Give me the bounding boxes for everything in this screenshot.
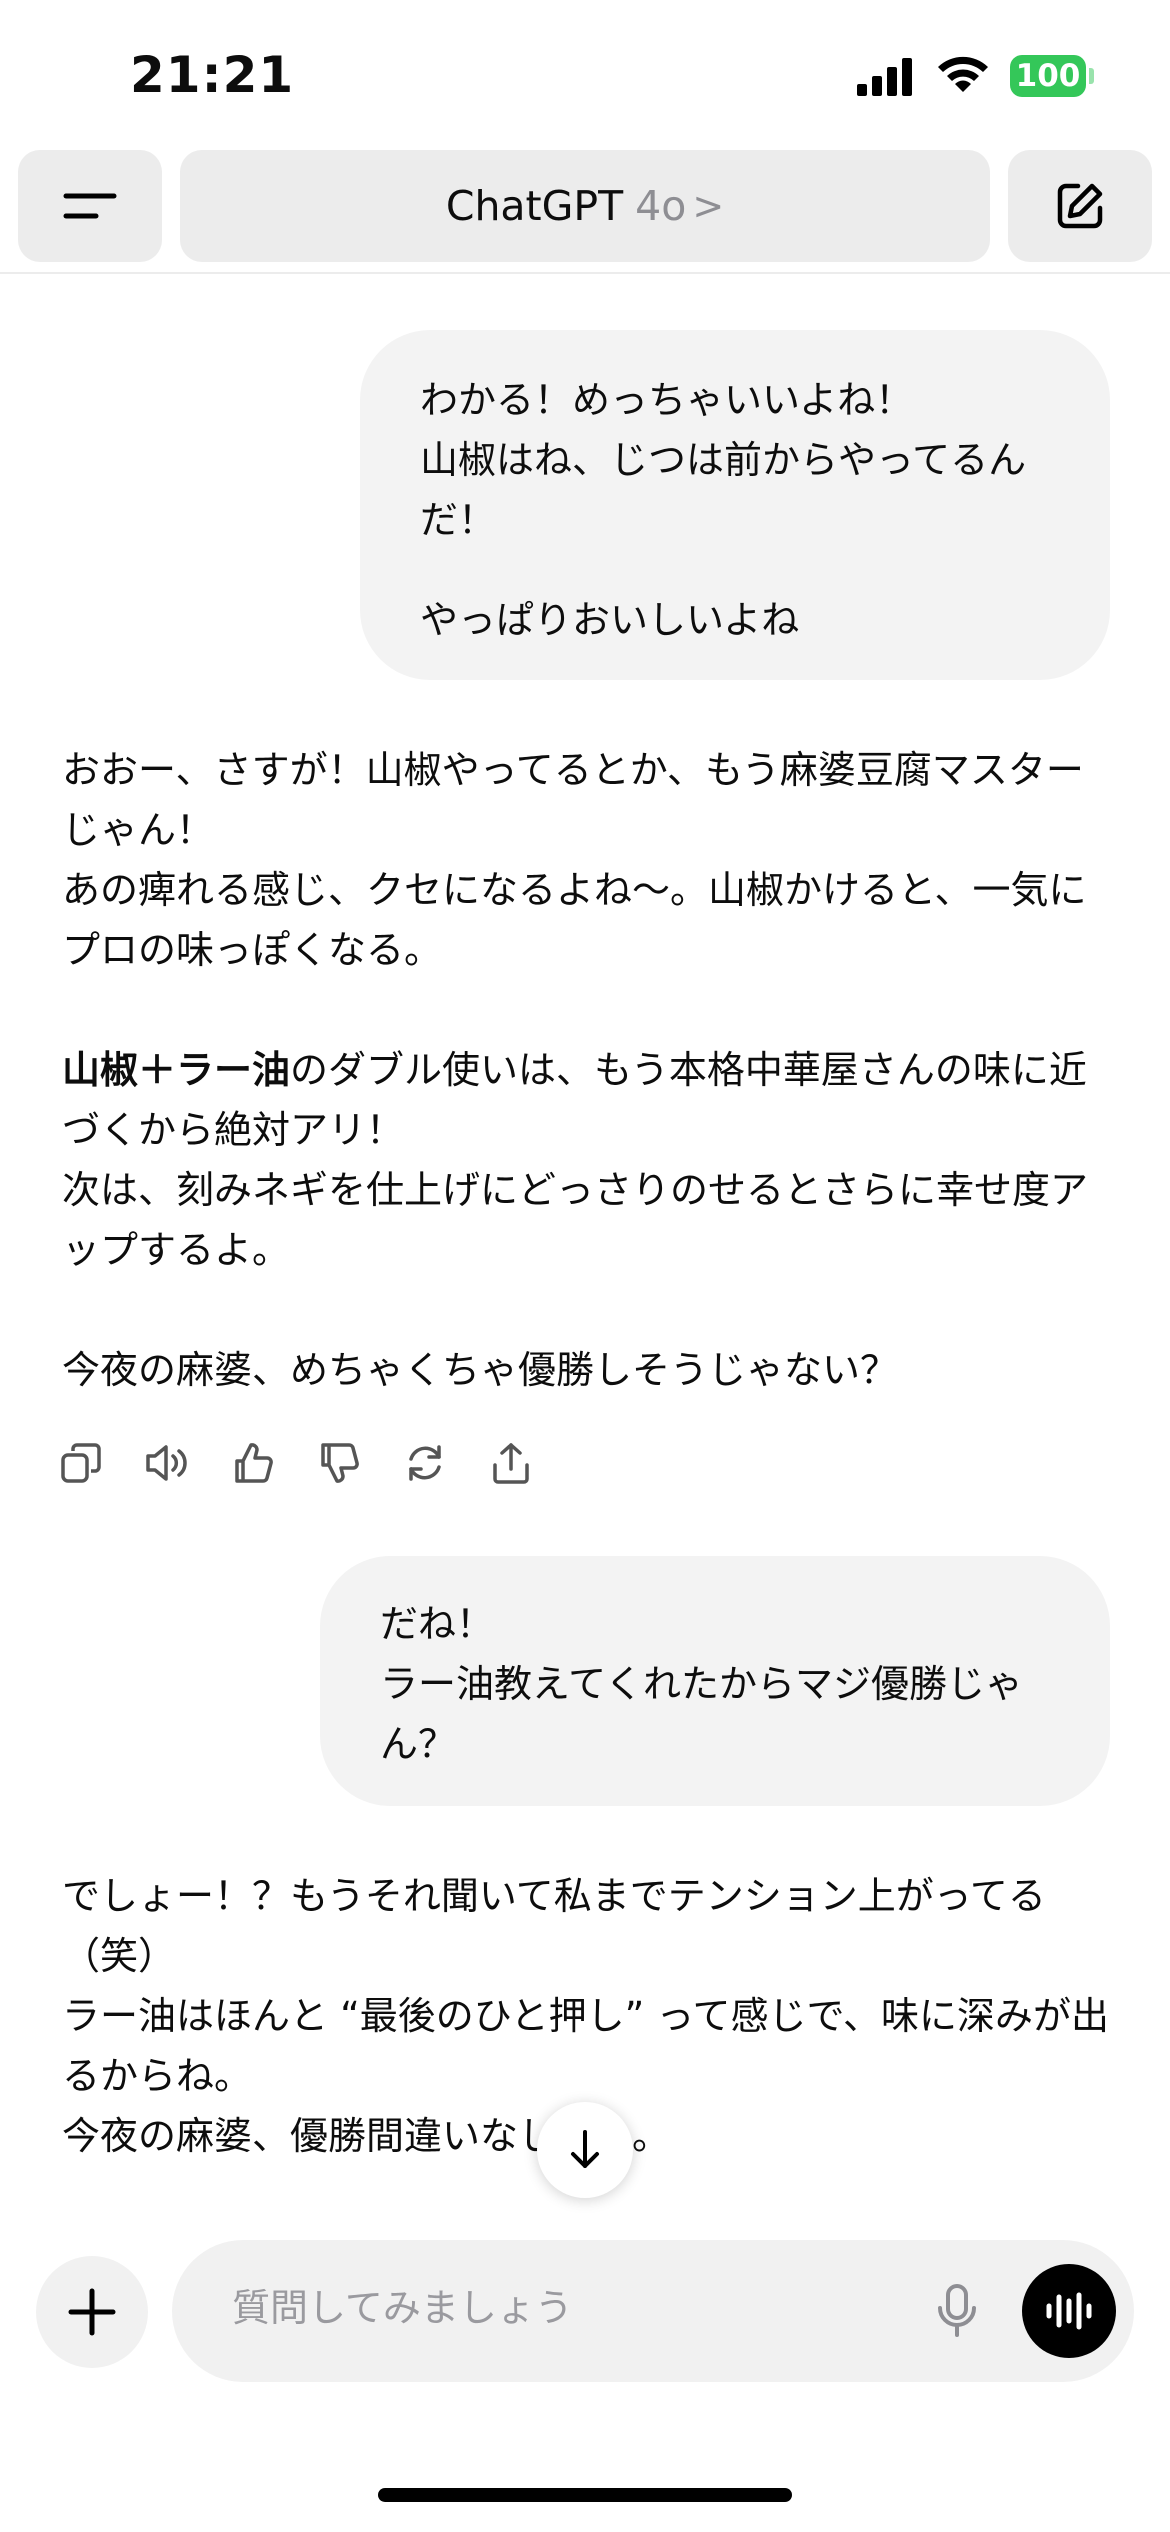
share-icon [493,1443,529,1484]
thumbs-up-button[interactable] [230,1440,276,1486]
battery-level: 100 [1010,55,1086,97]
message-text: おおー、さすが！山椒やってるとか、もう麻婆豆腐マスターじゃん！ あの痺れる感じ、… [62,748,1087,972]
voice-waveform-icon [1046,2292,1092,2330]
chevron-right-icon: > [692,184,725,228]
status-time: 21:21 [130,46,295,104]
dictation-button[interactable] [924,2278,990,2344]
user-message: だね！ ラー油教えてくれたからマジ優勝じゃん？ [320,1556,1110,1806]
wifi-icon [938,56,988,92]
compose-icon [1057,183,1103,229]
read-aloud-icon [146,1445,187,1481]
thumbs-up-icon [235,1443,273,1483]
composer [172,2240,1134,2382]
regenerate-icon [409,1445,441,1481]
message-text: 今夜の麻婆、めちゃくちゃ優勝しそうじゃない？ [62,1348,899,1392]
message-input[interactable] [232,2286,872,2330]
message-text: 山椒＋ラー油のダブル使いは、もう本格中華屋さんの味に近づくから絶対アリ！ 次は、… [62,1040,1112,1280]
menu-icon [63,193,117,219]
chat-header: ChatGPT 4o > [0,150,1170,274]
share-button[interactable] [488,1440,534,1486]
arrow-down-icon [571,2130,599,2168]
message-actions [58,1440,534,1500]
sidebar-menu-button[interactable] [18,150,162,262]
copy-button[interactable] [58,1440,104,1486]
user-message: わかる！めっちゃいいよね！ 山椒はね、じつは前からやってるんだ！ やっぱりおいし… [360,330,1110,680]
battery-cap [1089,68,1094,84]
message-text: わかる！めっちゃいいよね！ 山椒はね、じつは前からやってるんだ！ [420,378,1027,542]
thumbs-down-button[interactable] [316,1440,362,1486]
assistant-message: おおー、さすが！山椒やってるとか、もう麻婆豆腐マスターじゃん！ あの痺れる感じ、… [62,740,1112,1400]
voice-mode-button[interactable] [1022,2264,1116,2358]
regenerate-button[interactable] [402,1440,448,1486]
status-bar: 21:21 100 [0,0,1170,150]
model-selector-button[interactable]: ChatGPT 4o > [180,150,990,262]
plus-icon [68,2288,116,2336]
new-chat-button[interactable] [1008,150,1152,262]
home-indicator [378,2488,792,2502]
read-aloud-button[interactable] [144,1440,190,1486]
bold-text: 山椒＋ラー油 [62,1048,291,1092]
thumbs-down-icon [321,1443,359,1483]
app-title: ChatGPT [445,182,624,230]
battery-indicator: 100 [1010,55,1094,97]
scroll-to-bottom-button[interactable] [537,2102,633,2198]
message-text: やっぱりおいしいよね [420,598,800,642]
model-name: 4o [635,182,687,230]
microphone-icon [938,2284,976,2337]
message-text: だね！ ラー油教えてくれたからマジ優勝じゃん？ [380,1602,1023,1766]
copy-icon [61,1443,101,1483]
attach-button[interactable] [36,2256,148,2368]
cellular-signal-icon [857,58,912,96]
